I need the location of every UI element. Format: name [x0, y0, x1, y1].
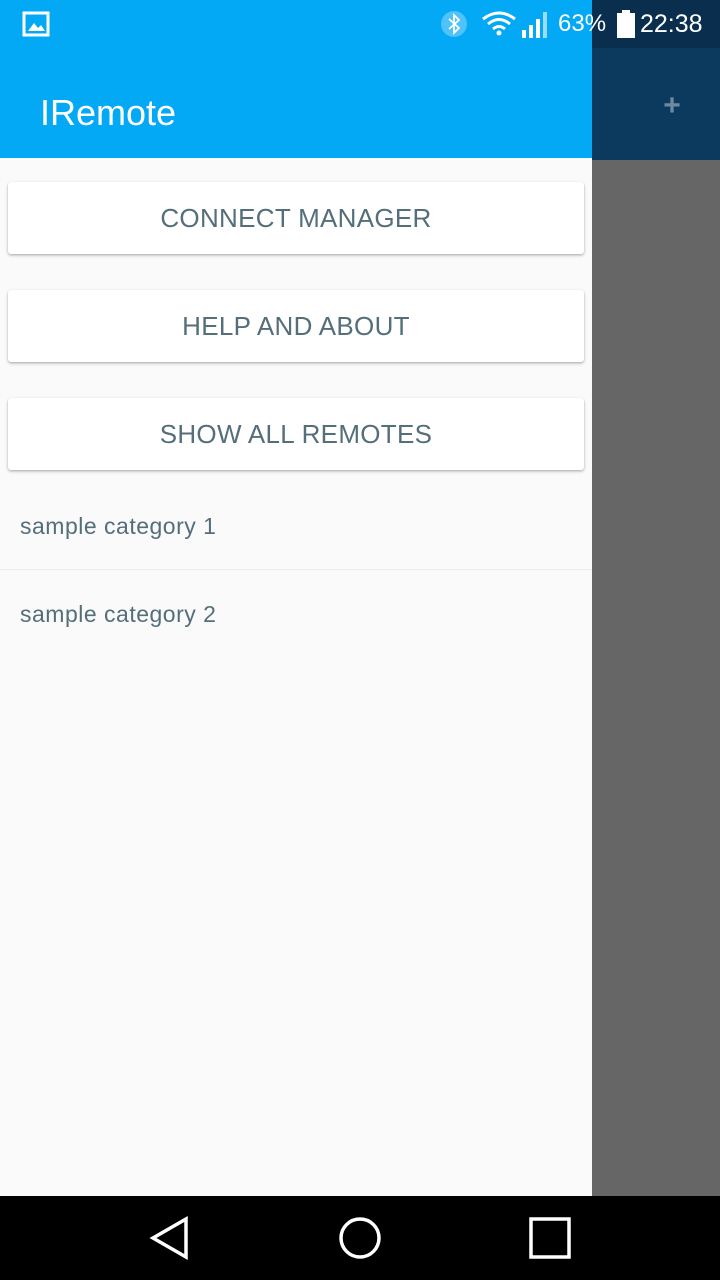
connect-manager-button[interactable]: CONNECT MANAGER [8, 182, 584, 254]
status-bar: 63% 22:38 [0, 0, 720, 48]
drawer-header: IRemote [0, 48, 592, 158]
add-icon: + [663, 89, 681, 122]
battery-icon [617, 10, 635, 38]
category-label: sample category 1 [20, 513, 217, 539]
system-navigation-bar [0, 1196, 720, 1280]
navigation-drawer: IRemote CONNECT MANAGER HELP AND ABOUT S… [0, 48, 592, 1196]
bluetooth-icon [441, 11, 467, 37]
recent-apps-icon[interactable] [526, 1214, 574, 1262]
back-icon[interactable] [146, 1214, 194, 1262]
help-and-about-button[interactable]: HELP AND ABOUT [8, 290, 584, 362]
image-notification-icon [22, 11, 50, 37]
show-all-remotes-button[interactable]: SHOW ALL REMOTES [8, 398, 584, 470]
status-time: 22:38 [640, 10, 703, 38]
battery-percent: 63% [558, 10, 607, 37]
category-item[interactable]: sample category 2 [0, 570, 592, 658]
signal-icon [522, 12, 547, 38]
wifi-icon [482, 11, 516, 36]
app-title: IRemote [40, 92, 177, 133]
category-label: sample category 2 [20, 601, 217, 627]
home-icon[interactable] [336, 1214, 384, 1262]
category-item[interactable]: sample category 1 [0, 482, 592, 570]
